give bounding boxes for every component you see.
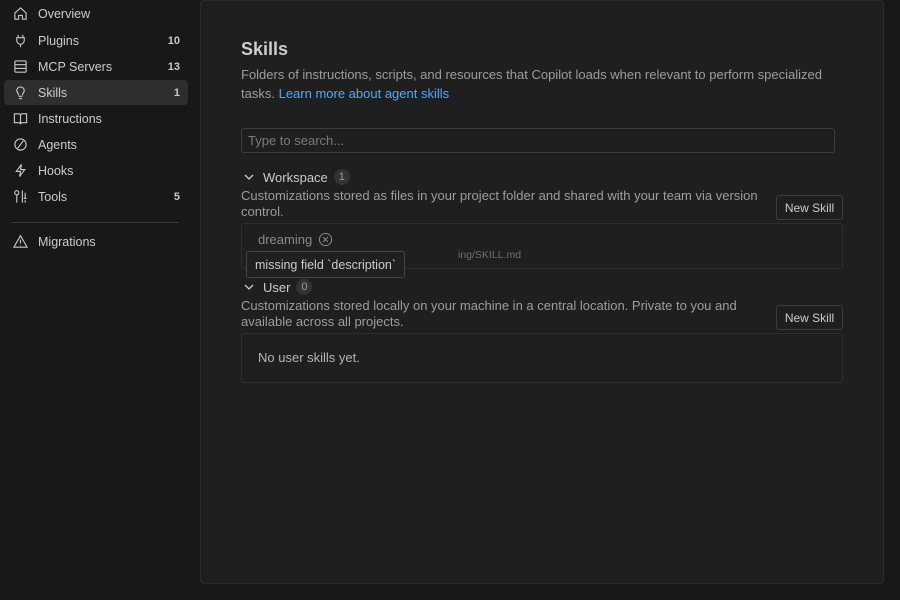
workspace-section-header[interactable]: Workspace 1: [241, 169, 350, 185]
sidebar-item-label: Hooks: [38, 163, 74, 178]
sidebar-item-agents[interactable]: Agents: [4, 132, 188, 157]
chevron-down-icon: [241, 279, 257, 295]
page-description: Folders of instructions, scripts, and re…: [241, 65, 841, 103]
sidebar-item-skills[interactable]: Skills 1: [4, 80, 188, 105]
sidebar-item-label: Instructions: [38, 111, 102, 126]
skill-path: ing/SKILL.md: [458, 249, 522, 261]
sidebar-item-label: Skills: [38, 85, 68, 100]
sidebar-item-label: Migrations: [38, 234, 96, 249]
lightbulb-icon: [12, 85, 28, 101]
section-description: Customizations stored locally on your ma…: [241, 298, 737, 329]
count-badge: 0: [296, 279, 313, 295]
sidebar-divider: [12, 222, 179, 223]
tools-icon: [12, 189, 28, 205]
warning-icon: [12, 234, 28, 250]
skill-item-dreaming[interactable]: dreaming: [258, 232, 333, 247]
skills-panel: Skills Folders of instructions, scripts,…: [200, 0, 884, 584]
agent-icon: [12, 137, 28, 153]
sidebar-item-instructions[interactable]: Instructions: [4, 106, 188, 131]
sidebar-item-hooks[interactable]: Hooks: [4, 158, 188, 183]
sidebar-item-overview[interactable]: Overview: [4, 1, 188, 26]
sidebar-item-migrations[interactable]: Migrations: [4, 229, 188, 254]
lightning-icon: [12, 163, 28, 179]
new-skill-button[interactable]: New Skill: [776, 305, 843, 330]
count-badge: 1: [333, 169, 350, 185]
section-title: User: [263, 279, 291, 295]
empty-state-text: No user skills yet.: [258, 350, 360, 365]
section-description: Customizations stored as files in your p…: [241, 188, 758, 219]
sidebar-item-count: 5: [173, 190, 180, 203]
error-icon[interactable]: [318, 232, 333, 247]
sidebar-item-label: Tools: [38, 189, 68, 204]
sidebar-item-label: Agents: [38, 137, 77, 152]
learn-more-link[interactable]: Learn more about agent skills: [279, 86, 450, 101]
chevron-down-icon: [241, 169, 257, 185]
sidebar-item-count: 13: [167, 60, 180, 73]
skill-name: dreaming: [258, 232, 313, 247]
sidebar-item-count: 10: [167, 34, 180, 47]
sidebar-item-label: Overview: [38, 6, 91, 21]
sidebar-item-tools[interactable]: Tools 5: [4, 184, 188, 209]
server-icon: [12, 59, 28, 75]
sidebar-item-mcp-servers[interactable]: MCP Servers 13: [4, 54, 188, 79]
book-icon: [12, 111, 28, 127]
section-title: Workspace: [263, 169, 328, 185]
user-skill-list: No user skills yet.: [241, 333, 843, 383]
new-skill-button[interactable]: New Skill: [776, 195, 843, 220]
search-input[interactable]: [241, 128, 835, 153]
error-tooltip: missing field `description`: [246, 251, 406, 278]
sidebar-item-count: 1: [173, 86, 180, 99]
user-section-header[interactable]: User 0: [241, 279, 313, 295]
home-icon: [12, 6, 28, 22]
sidebar: Overview Plugins 10 MCP Servers 13 Skill…: [0, 0, 200, 600]
sidebar-item-label: MCP Servers: [38, 59, 113, 74]
plug-icon: [12, 33, 28, 49]
sidebar-item-plugins[interactable]: Plugins 10: [4, 28, 188, 53]
page-title: Skills: [241, 39, 289, 59]
sidebar-item-label: Plugins: [38, 33, 79, 48]
